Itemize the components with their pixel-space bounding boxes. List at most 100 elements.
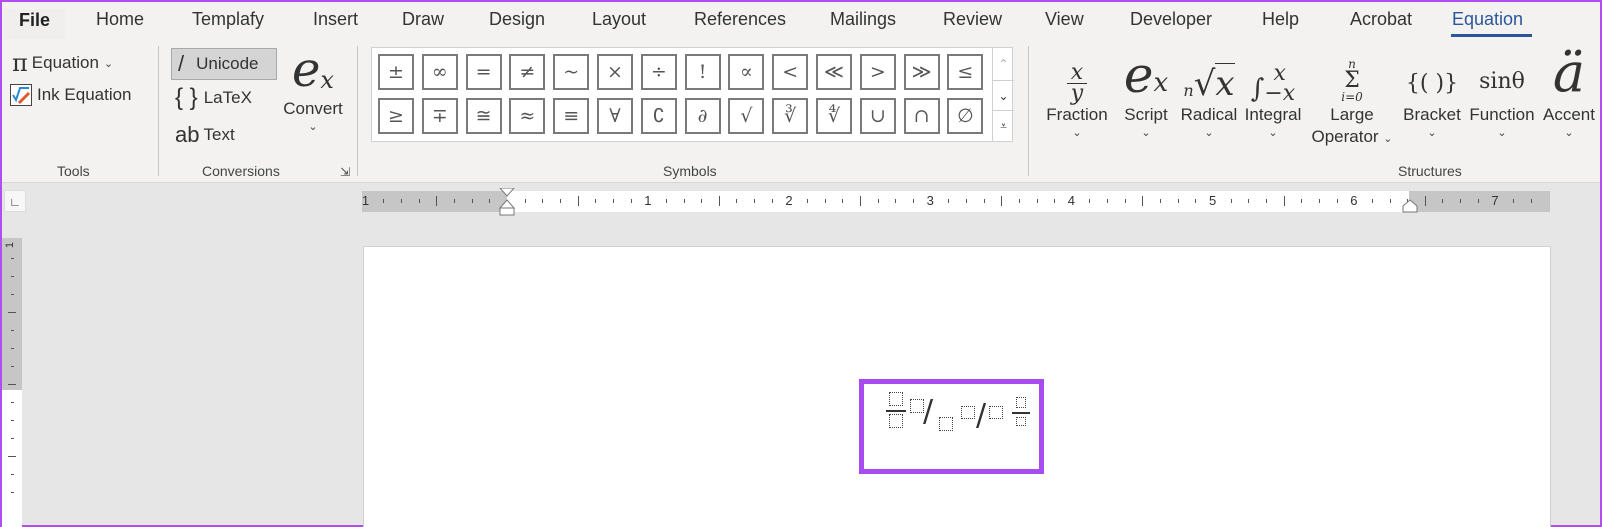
placeholder-box[interactable] — [1016, 417, 1026, 426]
symbol-button[interactable]: ~ — [553, 54, 590, 90]
ribbon-tab-bar: File Home Templafy Insert Draw Design La… — [2, 2, 1600, 42]
tab-references[interactable]: References — [694, 9, 786, 30]
ruler-tick — [11, 258, 14, 259]
latex-button[interactable]: { } LaTeX — [175, 84, 252, 112]
script-button[interactable]: ex Script ⌄ — [1116, 42, 1176, 140]
ruler-tick — [1160, 199, 1162, 203]
symbol-button[interactable]: ∛ — [772, 98, 809, 134]
ruler-tick — [1124, 199, 1126, 203]
equation-button[interactable]: π Equation ⌄ — [12, 49, 113, 77]
right-indent-marker[interactable] — [1402, 199, 1418, 218]
symbol-button[interactable]: ≪ — [816, 54, 852, 90]
text-button[interactable]: ab Text — [175, 122, 235, 148]
first-line-indent-marker[interactable] — [498, 187, 516, 221]
equation-highlight-box[interactable]: / / — [859, 379, 1044, 474]
gallery-more-icon[interactable]: ⩡ — [992, 110, 1014, 141]
radical-button[interactable]: n √ x Radical ⌄ — [1178, 42, 1240, 140]
ruler-tick — [1336, 199, 1338, 203]
tab-design[interactable]: Design — [489, 9, 545, 30]
script-icon: ex — [1123, 46, 1169, 104]
placeholder-box[interactable] — [961, 406, 975, 419]
text-label: Text — [203, 125, 235, 144]
chevron-down-icon: ⌄ — [1427, 127, 1437, 139]
placeholder-box[interactable] — [910, 399, 924, 413]
ribbon: π Equation ⌄ Ink Equation Tools / Unicod… — [2, 41, 1600, 183]
convert-button[interactable]: ex Convert ⌄ — [280, 42, 346, 134]
tab-view[interactable]: View — [1045, 9, 1084, 30]
symbol-button[interactable]: ∓ — [421, 98, 458, 134]
symbol-button[interactable]: ≠ — [509, 54, 546, 90]
symbol-button[interactable]: < — [772, 54, 809, 90]
symbol-button[interactable]: ≅ — [465, 98, 502, 134]
tab-file[interactable]: File — [4, 9, 66, 39]
fraction-button[interactable]: xy Fraction ⌄ — [1042, 42, 1112, 140]
symbol-button[interactable]: ∝ — [728, 54, 765, 90]
ruler-tick — [11, 348, 14, 349]
symbol-button[interactable]: ∪ — [859, 98, 896, 134]
symbol-button[interactable]: ∀ — [597, 98, 633, 134]
fraction-slash: / — [976, 398, 987, 433]
tab-layout[interactable]: Layout — [592, 9, 646, 30]
latex-label: LaTeX — [203, 88, 252, 107]
gallery-scroll-down-icon[interactable]: ⌄ — [992, 80, 1014, 110]
ruler-number: 1 — [644, 193, 652, 208]
symbol-button[interactable]: ÷ — [640, 54, 677, 90]
placeholder-box[interactable] — [989, 406, 1003, 419]
symbol-button[interactable]: ≫ — [903, 54, 940, 90]
tab-templafy[interactable]: Templafy — [192, 9, 264, 30]
integral-button[interactable]: ∫ x −x Integral ⌄ — [1240, 42, 1306, 140]
symbol-button[interactable]: × — [597, 54, 633, 90]
tab-equation[interactable]: Equation — [1452, 9, 1523, 30]
placeholder-box[interactable] — [889, 392, 903, 406]
ink-equation-button[interactable]: Ink Equation — [10, 84, 132, 106]
symbol-button[interactable]: > — [859, 54, 896, 90]
tab-home[interactable]: Home — [96, 9, 144, 30]
ruler-tick — [860, 196, 861, 206]
tab-draw[interactable]: Draw — [402, 9, 444, 30]
ruler-tick — [1424, 196, 1426, 206]
vertical-ruler[interactable]: 1 — [2, 238, 22, 527]
symbol-button[interactable]: ≡ — [553, 98, 590, 134]
symbol-button[interactable]: ≥ — [378, 98, 414, 134]
tab-mailings[interactable]: Mailings — [830, 9, 896, 30]
placeholder-box[interactable] — [1016, 397, 1026, 408]
symbol-button[interactable]: ∁ — [640, 98, 677, 134]
symbol-button[interactable]: ∅ — [947, 98, 984, 134]
placeholder-box[interactable] — [939, 417, 953, 431]
symbol-button[interactable]: = — [465, 54, 502, 90]
accent-button[interactable]: ä Accent ⌄ — [1540, 41, 1598, 140]
symbol-button[interactable]: ∩ — [903, 98, 940, 134]
dialog-launcher-icon[interactable]: ⇲ — [340, 165, 350, 179]
placeholder-box[interactable] — [889, 414, 903, 428]
radical-label: Radical — [1180, 105, 1238, 124]
ruler-tick — [11, 294, 14, 295]
tab-help[interactable]: Help — [1262, 9, 1299, 30]
symbol-button[interactable]: ! — [684, 54, 721, 90]
symbol-button[interactable]: √ — [728, 98, 765, 134]
tab-review[interactable]: Review — [943, 9, 1002, 30]
function-button[interactable]: sinθ Function ⌄ — [1466, 42, 1538, 140]
symbol-button[interactable]: ∞ — [421, 54, 458, 90]
horizontal-ruler[interactable]: 1 1 2 3 4 5 6 7 — [362, 187, 1550, 216]
ruler-tick — [1460, 199, 1462, 203]
large-operator-button[interactable]: n Σi=0 Large Operator ⌄ — [1306, 42, 1398, 148]
tab-acrobat[interactable]: Acrobat — [1350, 9, 1412, 30]
symbol-button[interactable]: ± — [378, 54, 414, 90]
symbol-button[interactable]: ≈ — [509, 98, 546, 134]
ruler-tick — [524, 199, 526, 203]
tab-insert[interactable]: Insert — [313, 9, 358, 30]
bracket-button[interactable]: {( )} Bracket ⌄ — [1400, 42, 1464, 140]
gallery-scroll-up-icon[interactable]: ⌃ — [992, 48, 1014, 80]
tab-selector-icon[interactable]: ∟ — [4, 190, 26, 212]
ruler-tick — [736, 199, 738, 203]
ruler-tick — [842, 199, 844, 203]
symbol-button[interactable]: ∜ — [816, 98, 852, 134]
ruler-tick — [754, 199, 756, 203]
tab-developer[interactable]: Developer — [1130, 9, 1212, 30]
symbol-button[interactable]: ∂ — [684, 98, 721, 134]
group-label-conversions: Conversions — [202, 163, 280, 179]
ruler-tick — [718, 196, 720, 206]
unicode-button[interactable]: / Unicode — [171, 48, 277, 80]
symbol-button[interactable]: ≤ — [947, 54, 984, 90]
fraction-label: Fraction — [1046, 105, 1108, 124]
